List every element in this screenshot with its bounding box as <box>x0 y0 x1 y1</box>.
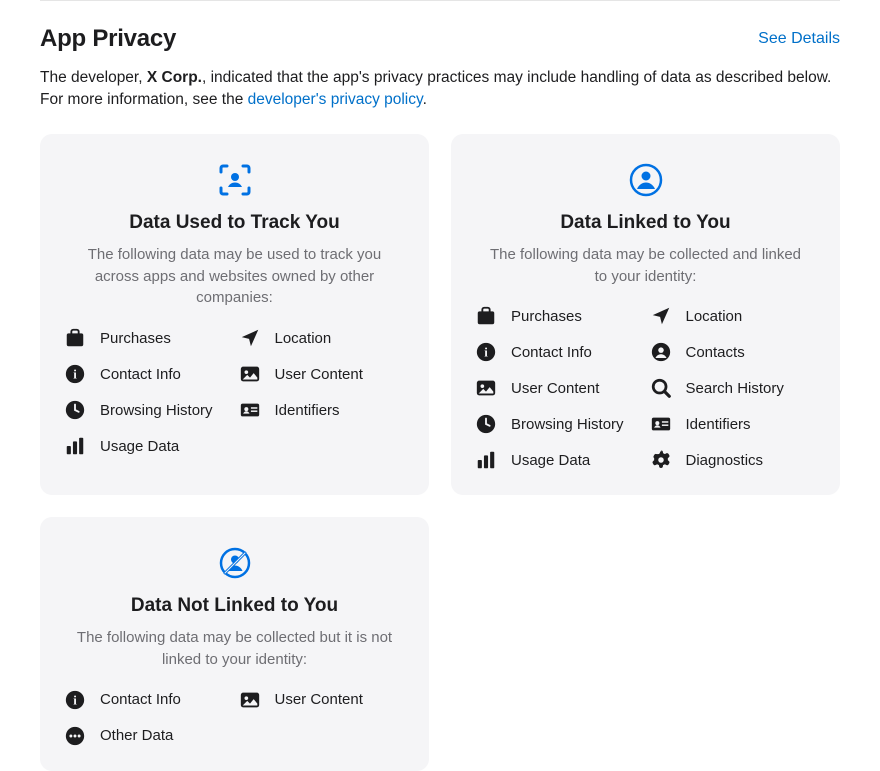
card-desc: The following data may be collected but … <box>75 627 395 671</box>
not-linked-icon <box>64 545 405 581</box>
user-content-icon <box>239 363 261 385</box>
data-type-label: User Content <box>511 380 599 397</box>
privacy-policy-link[interactable]: developer's privacy policy <box>248 91 423 108</box>
data-type-item: i Contact Info <box>64 689 231 711</box>
contact-info-icon: i <box>64 363 86 385</box>
data-type-label: User Content <box>275 691 363 708</box>
data-type-label: Usage Data <box>511 452 590 469</box>
usage-data-icon <box>64 435 86 457</box>
user-content-icon <box>475 377 497 399</box>
data-type-item: Purchases <box>64 327 231 349</box>
data-type-label: Contacts <box>686 344 745 361</box>
data-type-label: Location <box>275 330 332 347</box>
usage-data-icon <box>475 449 497 471</box>
data-type-item: Search History <box>650 377 817 399</box>
data-type-item: Purchases <box>475 305 642 327</box>
data-type-label: Browsing History <box>100 402 213 419</box>
data-type-label: Search History <box>686 380 784 397</box>
data-type-item: Location <box>239 327 406 349</box>
linked-to-you-icon <box>475 162 816 198</box>
card-track: Data Used to Track You The following dat… <box>40 134 429 496</box>
card-desc: The following data may be used to track … <box>75 244 395 309</box>
data-type-item: User Content <box>239 689 406 711</box>
data-type-label: Contact Info <box>100 691 181 708</box>
location-icon <box>239 327 261 349</box>
purchases-icon <box>475 305 497 327</box>
card-notlinked: Data Not Linked to You The following dat… <box>40 517 429 771</box>
card-title: Data Used to Track You <box>64 212 405 234</box>
user-content-icon <box>239 689 261 711</box>
see-details-link[interactable]: See Details <box>758 30 840 48</box>
data-type-item: Diagnostics <box>650 449 817 471</box>
svg-text:i: i <box>484 346 488 360</box>
identifiers-icon <box>650 413 672 435</box>
data-type-label: Contact Info <box>100 366 181 383</box>
card-title: Data Linked to You <box>475 212 816 234</box>
contact-info-icon: i <box>64 689 86 711</box>
data-type-item: Identifiers <box>239 399 406 421</box>
data-type-item: Usage Data <box>475 449 642 471</box>
data-type-label: Location <box>686 308 743 325</box>
location-icon <box>650 305 672 327</box>
data-type-label: Identifiers <box>686 416 751 433</box>
data-type-label: Identifiers <box>275 402 340 419</box>
search-history-icon <box>650 377 672 399</box>
svg-text:i: i <box>73 368 77 382</box>
other-data-icon <box>64 725 86 747</box>
data-type-label: Usage Data <box>100 438 179 455</box>
diagnostics-icon <box>650 449 672 471</box>
data-type-item: User Content <box>239 363 406 385</box>
track-you-icon <box>64 162 405 198</box>
data-type-item: Usage Data <box>64 435 231 457</box>
data-type-item: Location <box>650 305 817 327</box>
browsing-history-icon <box>475 413 497 435</box>
data-type-label: User Content <box>275 366 363 383</box>
data-type-item: Identifiers <box>650 413 817 435</box>
card-desc: The following data may be collected and … <box>486 244 806 288</box>
data-type-label: Purchases <box>100 330 171 347</box>
data-type-item: Contacts <box>650 341 817 363</box>
purchases-icon <box>64 327 86 349</box>
data-type-item: Other Data <box>64 725 231 747</box>
data-type-item: Browsing History <box>64 399 231 421</box>
card-linked: Data Linked to You The following data ma… <box>451 134 840 496</box>
data-type-label: Browsing History <box>511 416 624 433</box>
card-title: Data Not Linked to You <box>64 595 405 617</box>
identifiers-icon <box>239 399 261 421</box>
contact-info-icon: i <box>475 341 497 363</box>
intro-text: The developer, X Corp., indicated that t… <box>40 67 840 112</box>
data-type-label: Diagnostics <box>686 452 764 469</box>
svg-text:i: i <box>73 694 77 708</box>
data-type-label: Purchases <box>511 308 582 325</box>
data-type-label: Other Data <box>100 727 173 744</box>
data-type-item: Browsing History <box>475 413 642 435</box>
browsing-history-icon <box>64 399 86 421</box>
section-title: App Privacy <box>40 25 176 53</box>
data-type-item: User Content <box>475 377 642 399</box>
data-type-item: i Contact Info <box>475 341 642 363</box>
contacts-icon <box>650 341 672 363</box>
data-type-item: i Contact Info <box>64 363 231 385</box>
data-type-label: Contact Info <box>511 344 592 361</box>
section-divider <box>40 0 840 1</box>
